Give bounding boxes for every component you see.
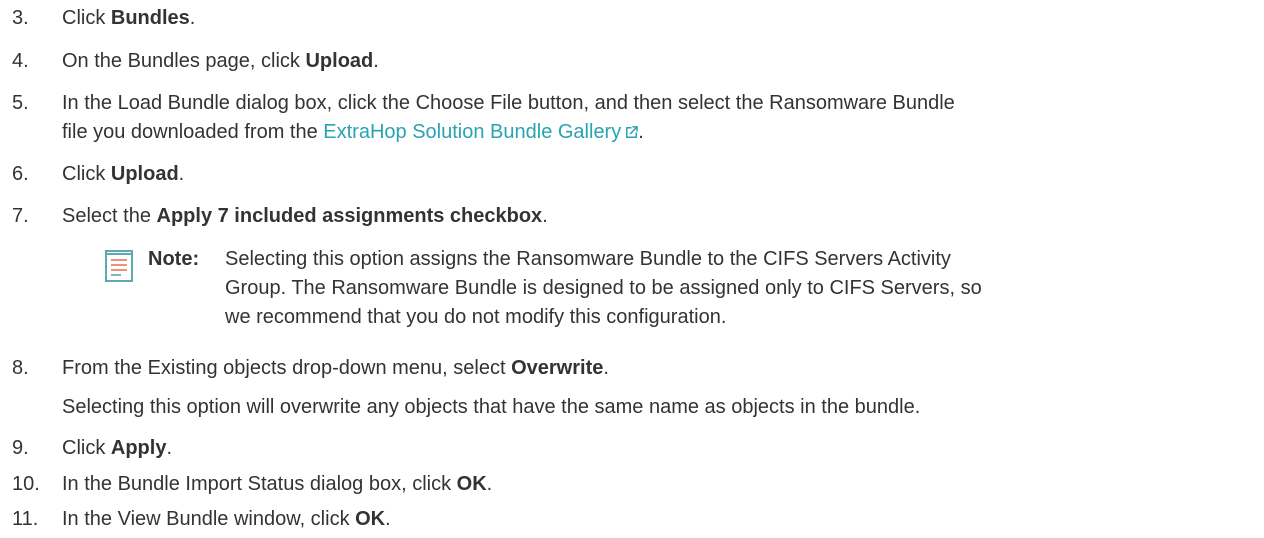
step-number: 8. [12, 357, 29, 379]
step-text: Click Apply. [62, 437, 173, 459]
step-number: 10. [12, 473, 40, 495]
step-5-line-2: file you downloaded from the ExtraHop So… [62, 121, 644, 143]
step-number: 11. [12, 508, 39, 530]
note-body: Selecting this option assigns the Ransom… [225, 246, 1255, 330]
step-number: 6. [12, 163, 29, 185]
step-text-line-1: In the Load Bundle dialog box, click the… [62, 92, 955, 114]
external-link-icon[interactable] [626, 126, 639, 138]
procedure-steps: 3. Click Bundles. 4. On the Bundles page… [0, 0, 1264, 538]
step-text: Click Bundles. [62, 7, 196, 29]
step-number: 7. [12, 205, 29, 227]
ui-term: Apply 7 included assignments checkbox [156, 205, 543, 227]
step-text: Click Upload. [62, 163, 185, 185]
step-text: In the Bundle Import Status dialog box, … [62, 473, 493, 495]
step-number: 9. [12, 437, 29, 459]
step-number: 5. [12, 92, 29, 114]
ui-term: OK [456, 473, 487, 495]
note-line: Selecting this option assigns the Ransom… [225, 248, 951, 270]
note-line: we recommend that you do not modify this… [225, 306, 727, 328]
ui-term: Bundles [110, 7, 190, 29]
ui-term: OK [355, 508, 386, 530]
note-line: Group. The Ransomware Bundle is designed… [225, 277, 982, 299]
solution-bundle-gallery-link[interactable]: ExtraHop Solution Bundle Gallery [323, 121, 639, 143]
note-label: Note: [148, 248, 200, 270]
note-document-icon [105, 250, 135, 284]
step-text: On the Bundles page, click Upload. [62, 50, 379, 72]
step-text: From the Existing objects drop-down menu… [62, 357, 609, 379]
ui-term: Apply [110, 437, 167, 459]
step-number: 4. [12, 50, 29, 72]
step-8-detail: Selecting this option will overwrite any… [62, 396, 921, 418]
step-text: In the View Bundle window, click OK. [62, 508, 391, 530]
ui-term: Overwrite [511, 357, 604, 379]
step-number: 3. [12, 7, 29, 29]
ui-term: Upload [110, 163, 179, 185]
ui-term: Upload [305, 50, 374, 72]
step-text: Select the Apply 7 included assignments … [62, 205, 548, 227]
